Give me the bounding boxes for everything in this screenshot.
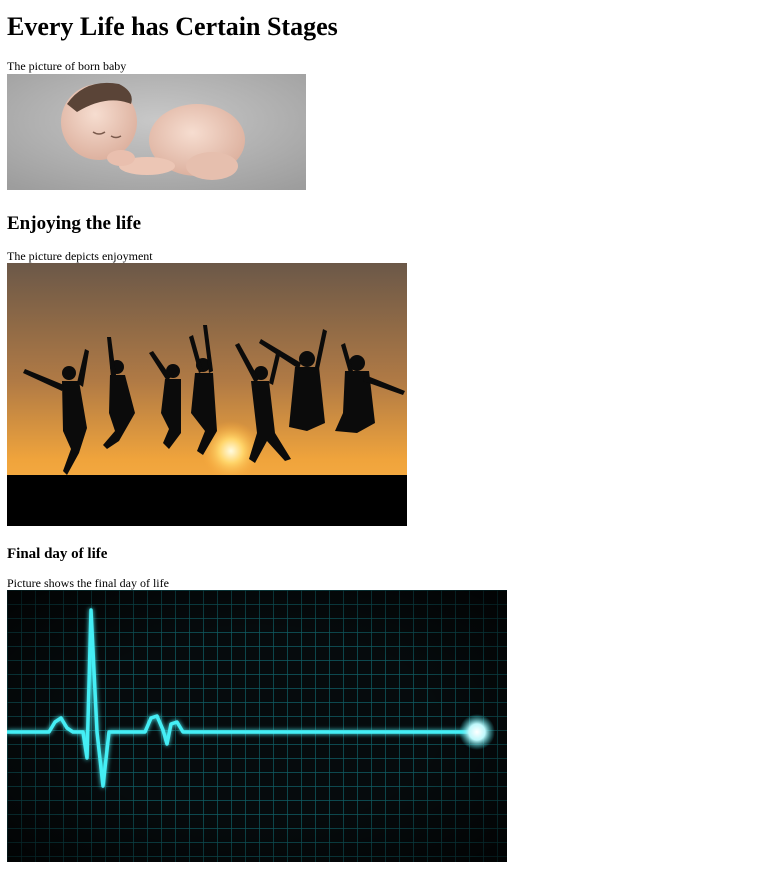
heartbeat-monitor-flatline-image-art [7, 590, 507, 862]
enjoyment-image [7, 263, 407, 526]
newborn-baby-image-art [7, 74, 306, 190]
page-title: Every Life has Certain Stages [7, 12, 338, 41]
enjoyment-caption: The picture depicts enjoyment [7, 249, 153, 263]
final-day-image [7, 590, 507, 862]
jumping-silhouettes-sunset-image-art [7, 263, 407, 526]
final-day-heading: Final day of life [7, 546, 108, 562]
final-day-caption: Picture shows the final day of life [7, 576, 169, 590]
page: Every Life has Certain Stages The pictur… [0, 0, 771, 862]
enjoying-heading: Enjoying the life [7, 213, 142, 234]
baby-caption: The picture of born baby [7, 59, 127, 73]
baby-image [7, 74, 306, 190]
